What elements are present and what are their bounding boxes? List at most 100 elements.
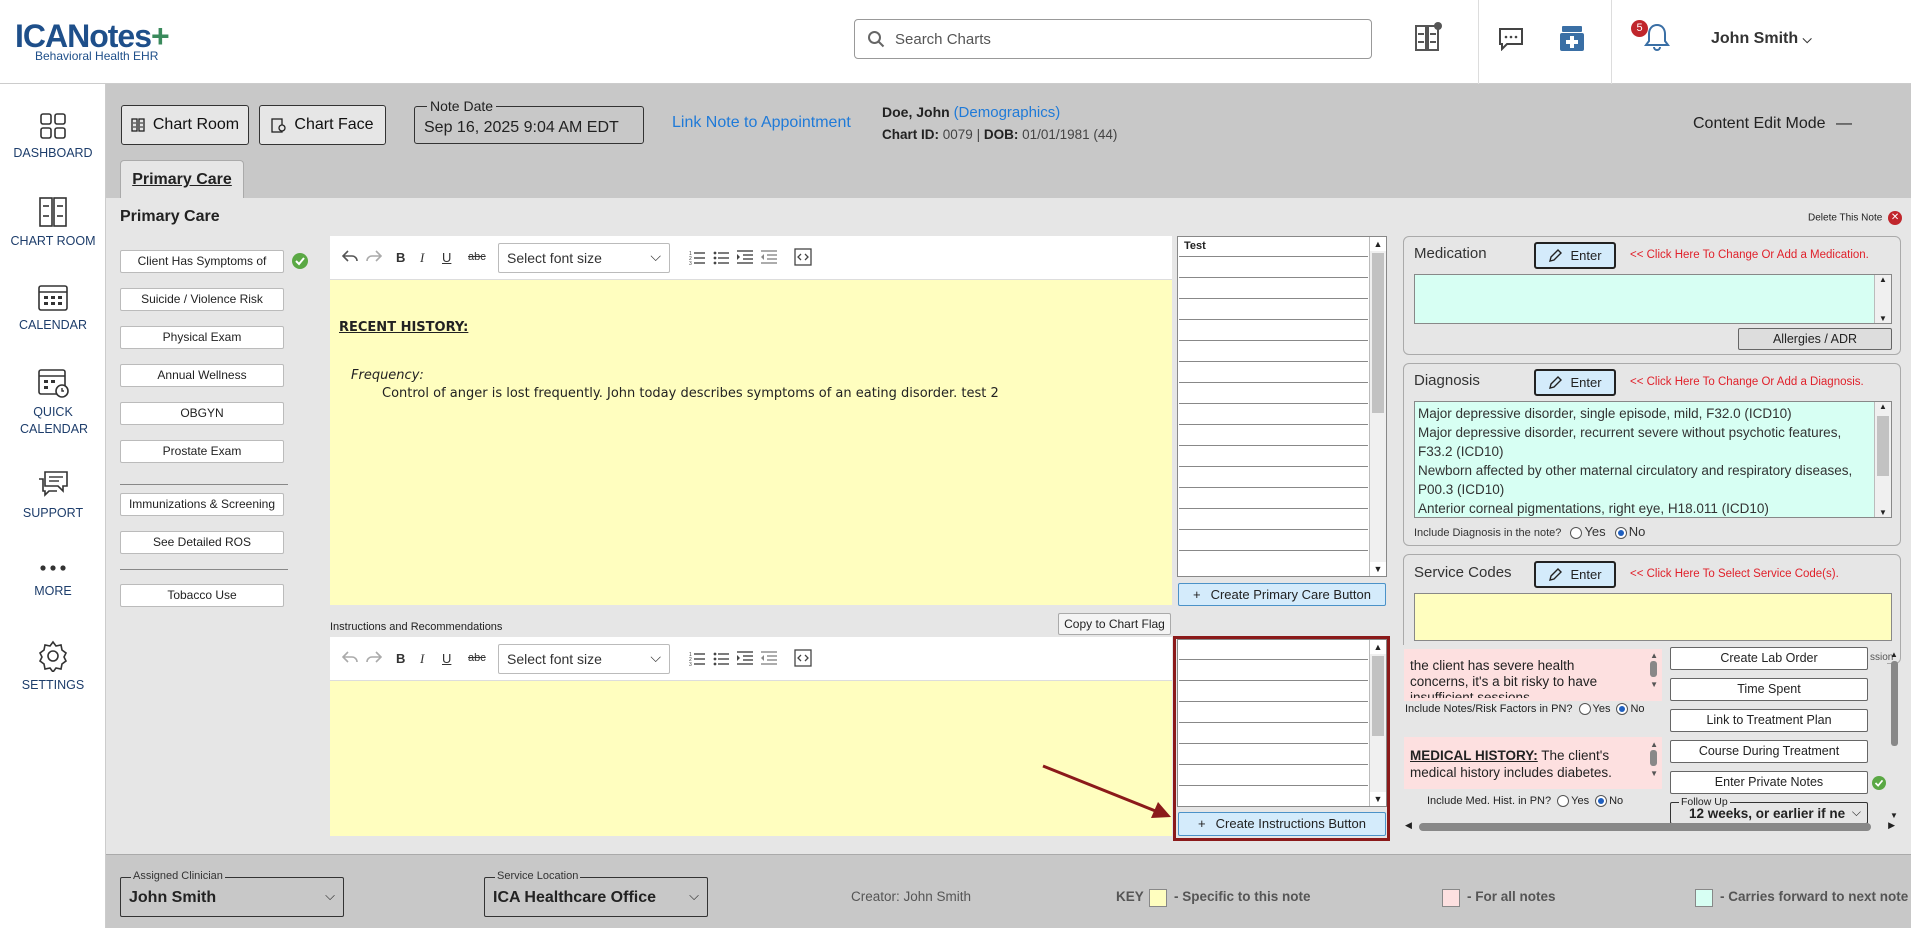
outdent-icon[interactable] bbox=[761, 249, 777, 265]
demographics-link[interactable]: (Demographics) bbox=[954, 104, 1061, 121]
nav-more[interactable]: MORE bbox=[0, 558, 106, 598]
diagnosis-list[interactable]: Major depressive disorder, single episod… bbox=[1414, 401, 1892, 518]
time-spent-button[interactable]: Time Spent bbox=[1670, 678, 1868, 701]
diagnosis-yes-radio[interactable] bbox=[1570, 527, 1583, 540]
chart-room-quick-icon[interactable] bbox=[1414, 22, 1442, 52]
ordered-list-icon[interactable]: 123 bbox=[689, 249, 705, 265]
scrollbar[interactable]: ▲ ▼ bbox=[1369, 237, 1386, 576]
scrollbar[interactable]: ▲ ▼ bbox=[1650, 651, 1658, 690]
underline-icon[interactable]: U bbox=[442, 651, 451, 666]
detailed-ros-button[interactable]: See Detailed ROS bbox=[120, 531, 284, 554]
nav-settings[interactable]: SETTINGS bbox=[0, 640, 106, 692]
tobacco-use-button[interactable]: Tobacco Use bbox=[120, 584, 284, 607]
note-date-field[interactable]: Note Date Sep 16, 2025 9:04 AM EDT bbox=[414, 98, 644, 144]
risk-yes-radio[interactable] bbox=[1578, 703, 1591, 716]
outdent-icon[interactable] bbox=[761, 650, 777, 666]
chart-face-button[interactable]: Chart Face bbox=[259, 105, 386, 145]
nav-support[interactable]: SUPPORT bbox=[0, 470, 106, 520]
annual-wellness-button[interactable]: Annual Wellness bbox=[120, 364, 284, 387]
medhist-yes-radio[interactable] bbox=[1557, 795, 1570, 808]
course-during-treatment-button[interactable]: Course During Treatment bbox=[1670, 740, 1868, 763]
create-primary-care-button[interactable]: + Create Primary Care Button bbox=[1178, 583, 1386, 606]
diagnosis-no-radio[interactable] bbox=[1614, 527, 1627, 540]
bullet-list-icon[interactable] bbox=[713, 249, 729, 265]
redo-icon[interactable] bbox=[366, 248, 382, 264]
indent-icon[interactable] bbox=[737, 249, 753, 265]
client-symptoms-button[interactable]: Client Has Symptoms of bbox=[120, 250, 284, 273]
link-treatment-plan-button[interactable]: Link to Treatment Plan bbox=[1670, 709, 1868, 732]
undo-icon[interactable] bbox=[342, 248, 358, 264]
service-codes-list[interactable] bbox=[1414, 593, 1892, 641]
medical-history-box[interactable]: MEDICAL HISTORY: The client's medical hi… bbox=[1404, 737, 1662, 789]
service-codes-enter-button[interactable]: Enter bbox=[1534, 561, 1616, 588]
scrollbar[interactable]: ▲ ▼ bbox=[1369, 640, 1386, 806]
strikethrough-icon[interactable]: abc bbox=[468, 251, 486, 263]
scroll-thumb[interactable] bbox=[1372, 656, 1384, 736]
create-instructions-button[interactable]: + Create Instructions Button bbox=[1178, 812, 1386, 836]
scroll-up-icon[interactable]: ▲ bbox=[1370, 640, 1386, 654]
bullet-list-icon[interactable] bbox=[713, 650, 729, 666]
search-box[interactable]: Search Charts bbox=[854, 19, 1372, 59]
source-code-icon[interactable] bbox=[794, 649, 812, 667]
italic-icon[interactable]: I bbox=[420, 250, 424, 266]
nav-quick-calendar[interactable]: QUICK CALENDAR bbox=[0, 366, 106, 438]
chart-id-label: Chart ID: bbox=[882, 127, 939, 142]
diagnosis-enter-button[interactable]: Enter bbox=[1534, 369, 1616, 396]
user-menu[interactable]: John Smith ⌵ bbox=[1711, 30, 1812, 48]
message-icon[interactable] bbox=[1498, 27, 1524, 51]
prescription-icon[interactable] bbox=[1559, 24, 1585, 52]
chevron-down-icon: ⌵ bbox=[689, 888, 699, 903]
tab-primary-care[interactable]: Primary Care bbox=[120, 160, 244, 198]
scrollbar[interactable]: ▲ ▼ bbox=[1874, 402, 1891, 517]
link-appointment-link[interactable]: Link Note to Appointment bbox=[672, 114, 851, 132]
source-code-icon[interactable] bbox=[794, 248, 812, 266]
scrollbar[interactable]: ▲ ▼ bbox=[1874, 275, 1891, 323]
suicide-risk-button[interactable]: Suicide / Violence Risk bbox=[120, 288, 284, 311]
obgyn-button[interactable]: OBGYN bbox=[120, 402, 284, 425]
font-size-select[interactable]: Select font size ⌵ bbox=[498, 243, 670, 273]
font-size-select[interactable]: Select font size ⌵ bbox=[498, 644, 670, 674]
prostate-exam-button[interactable]: Prostate Exam bbox=[120, 440, 284, 463]
italic-icon[interactable]: I bbox=[420, 651, 424, 667]
scroll-down-icon[interactable]: ▼ bbox=[1370, 792, 1386, 806]
nav-calendar[interactable]: CALENDAR bbox=[0, 282, 106, 332]
nav-chart-room[interactable]: CHART ROOM bbox=[0, 196, 106, 248]
bold-icon[interactable]: B bbox=[396, 250, 405, 265]
primary-care-editor[interactable]: B I U abc Select font size ⌵ 123 RECENT H… bbox=[330, 236, 1172, 605]
scrollbar[interactable]: ▲ ▼ bbox=[1650, 740, 1658, 779]
follow-up-value: 12 weeks, or earlier if ne bbox=[1689, 806, 1846, 821]
vertical-scrollbar[interactable]: ▲ ▼ bbox=[1888, 650, 1900, 820]
nav-dashboard[interactable]: DASHBOARD bbox=[0, 112, 106, 160]
instructions-button-list[interactable]: ▲ ▼ bbox=[1177, 639, 1387, 807]
scroll-thumb[interactable] bbox=[1372, 253, 1384, 413]
service-location-select[interactable]: Service Location ICA Healthcare Office ⌵ bbox=[484, 870, 708, 917]
search-input[interactable]: Search Charts bbox=[895, 31, 991, 48]
delete-note-button[interactable]: Delete This Note ✕ bbox=[1808, 211, 1903, 225]
content-edit-mode-toggle[interactable]: Content Edit Mode — bbox=[1693, 115, 1852, 133]
immunizations-button[interactable]: Immunizations & Screening bbox=[120, 493, 284, 516]
medhist-no-radio[interactable] bbox=[1595, 795, 1608, 808]
allergies-button[interactable]: Allergies / ADR bbox=[1738, 328, 1892, 350]
underline-icon[interactable]: U bbox=[442, 250, 451, 265]
risk-factors-box[interactable]: the client has severe health concerns, i… bbox=[1404, 649, 1662, 701]
primary-care-button-list[interactable]: Test ▲ ▼ bbox=[1177, 236, 1387, 577]
medication-enter-button[interactable]: Enter bbox=[1534, 242, 1616, 269]
bold-icon[interactable]: B bbox=[396, 651, 405, 666]
redo-icon[interactable] bbox=[366, 649, 382, 665]
chart-room-button[interactable]: Chart Room bbox=[121, 105, 249, 145]
content-edit-label: Content Edit Mode bbox=[1693, 115, 1826, 132]
copy-to-chart-flag-button[interactable]: Copy to Chart Flag bbox=[1058, 613, 1171, 635]
horizontal-scrollbar[interactable]: ◀ ▶ bbox=[1405, 820, 1895, 833]
strikethrough-icon[interactable]: abc bbox=[468, 652, 486, 664]
physical-exam-button[interactable]: Physical Exam bbox=[120, 326, 284, 349]
create-lab-order-button[interactable]: Create Lab Order bbox=[1670, 647, 1868, 670]
indent-icon[interactable] bbox=[737, 650, 753, 666]
private-notes-button[interactable]: Enter Private Notes bbox=[1670, 771, 1868, 794]
scroll-down-icon[interactable]: ▼ bbox=[1370, 562, 1386, 576]
assigned-clinician-select[interactable]: Assigned Clinician John Smith ⌵ bbox=[120, 870, 344, 917]
ordered-list-icon[interactable]: 123 bbox=[689, 650, 705, 666]
risk-no-radio[interactable] bbox=[1616, 703, 1629, 716]
undo-icon[interactable] bbox=[342, 649, 358, 665]
medication-list[interactable]: ▲ ▼ bbox=[1414, 274, 1892, 324]
scroll-up-icon[interactable]: ▲ bbox=[1370, 237, 1386, 251]
